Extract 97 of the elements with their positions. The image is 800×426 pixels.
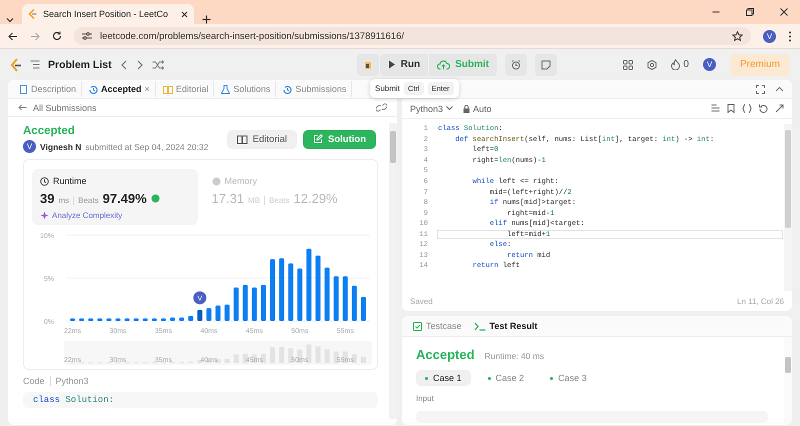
next-icon[interactable] xyxy=(136,60,144,70)
stat-unit: ms xyxy=(58,196,70,205)
new-tab-icon[interactable] xyxy=(202,15,211,24)
close-icon[interactable]: × xyxy=(144,84,150,94)
site-settings-icon[interactable] xyxy=(82,32,92,40)
panel-tab[interactable]: Solutions xyxy=(216,81,276,97)
stat-label: Memory xyxy=(224,176,258,186)
reload-icon[interactable] xyxy=(52,31,62,41)
scrollbar[interactable] xyxy=(784,337,792,425)
panel-tab[interactable]: Accepted × xyxy=(84,81,156,97)
book-icon xyxy=(236,134,248,144)
edit-icon xyxy=(313,134,323,144)
panel-tab[interactable]: Testcase xyxy=(408,318,467,334)
user-avatar[interactable]: V xyxy=(23,140,36,153)
streak-counter[interactable]: 0 xyxy=(671,59,689,70)
clock-icon xyxy=(40,176,49,186)
document-icon xyxy=(19,84,28,94)
chevron-down-icon xyxy=(446,106,454,111)
history-icon xyxy=(283,84,292,94)
panel-tab[interactable]: Editorial xyxy=(158,81,214,97)
flask-icon xyxy=(221,84,230,94)
problem-list-link[interactable]: Problem List xyxy=(48,58,112,70)
case-tab[interactable]: Case 1 xyxy=(416,370,471,386)
shuffle-icon[interactable] xyxy=(152,60,164,70)
upload-cloud-icon xyxy=(437,60,450,70)
stat-label: Runtime xyxy=(53,176,87,186)
scrollbar[interactable] xyxy=(784,124,792,291)
flame-icon xyxy=(671,59,680,70)
stat-panel[interactable]: Runtime 39 ms Beats 97.49% Analyze Complexity xyxy=(32,169,198,225)
beats-value: 97.49% xyxy=(102,191,147,206)
note-icon xyxy=(540,60,551,70)
stat-value: 39 xyxy=(40,191,54,206)
menu-icon[interactable] xyxy=(788,30,792,42)
grid-icon[interactable] xyxy=(623,60,634,70)
alarm-icon[interactable] xyxy=(504,54,527,76)
code-language: Python3 xyxy=(50,376,89,386)
case-tab[interactable]: Case 2 xyxy=(478,370,534,386)
save-status: Saved xyxy=(410,296,433,306)
beats-value: 12.29% xyxy=(294,191,338,206)
tab-list-icon[interactable] xyxy=(6,16,14,24)
code-preview: class Solution: xyxy=(23,392,378,408)
sparkle-icon xyxy=(40,211,49,220)
checkbox-icon xyxy=(413,322,422,330)
restore-icon[interactable] xyxy=(746,8,754,16)
notes-button[interactable] xyxy=(534,54,557,76)
code-label: Code xyxy=(23,376,45,386)
expand-icon[interactable] xyxy=(775,104,784,113)
language-dropdown[interactable]: Python3 xyxy=(410,104,454,114)
panel-tab[interactable]: Test Result xyxy=(468,318,542,334)
address-bar[interactable]: leetcode.com/problems/search-insert-position/submissions/1378911616/ xyxy=(74,27,751,45)
previous-icon[interactable] xyxy=(120,60,128,70)
result-status: Accepted xyxy=(416,347,475,362)
user-name[interactable]: Vignesh N xyxy=(40,142,82,152)
user-avatar[interactable]: V xyxy=(702,58,716,71)
terminal-icon xyxy=(474,322,486,330)
lock-icon xyxy=(463,104,470,112)
browser-tab[interactable]: Search Insert Position - LeetCo xyxy=(22,4,194,24)
scrollbar[interactable] xyxy=(389,123,397,419)
book-icon xyxy=(162,84,173,94)
app-logo-icon xyxy=(28,9,37,19)
panel-tab[interactable]: Submissions xyxy=(278,81,352,97)
collapse-icon[interactable] xyxy=(775,86,784,92)
format-icon[interactable] xyxy=(711,104,720,113)
run-button[interactable]: Run xyxy=(380,54,428,76)
analyze-complexity-link[interactable]: Analyze Complexity xyxy=(52,211,122,220)
bookmark-icon[interactable] xyxy=(727,104,735,113)
stat-value: 17.31 xyxy=(212,191,244,206)
profile-avatar[interactable]: V xyxy=(763,30,776,42)
fullscreen-icon[interactable] xyxy=(756,84,765,94)
beats-label: Beats xyxy=(73,196,99,205)
bug-icon xyxy=(362,60,373,70)
list-icon xyxy=(30,60,40,69)
play-icon xyxy=(388,60,396,69)
history-icon xyxy=(89,84,98,94)
input-label: Input xyxy=(416,394,435,403)
close-icon[interactable] xyxy=(780,8,788,16)
braces-icon[interactable] xyxy=(742,104,752,113)
mode-label[interactable]: Auto xyxy=(473,104,492,114)
all-submissions-link[interactable]: All Submissions xyxy=(33,102,97,112)
panel-tab[interactable]: Description xyxy=(14,81,82,97)
alarm-clock-icon xyxy=(510,60,521,70)
result-runtime: Runtime: 40 ms xyxy=(484,351,544,361)
settings-icon[interactable] xyxy=(647,60,658,70)
editorial-button[interactable]: Editorial xyxy=(226,130,297,148)
reset-icon[interactable] xyxy=(759,104,768,113)
back-arrow-icon xyxy=(18,104,27,111)
link-icon[interactable] xyxy=(376,103,387,112)
star-icon[interactable] xyxy=(732,30,743,42)
submission-status: Accepted xyxy=(23,125,76,137)
case-tab[interactable]: Case 3 xyxy=(541,370,596,386)
submission-time: submitted at Sep 04, 2024 20:32 xyxy=(85,142,208,152)
close-icon[interactable] xyxy=(181,10,188,18)
badge-icon xyxy=(150,194,160,203)
debug-button[interactable] xyxy=(356,54,379,76)
cursor-position: Ln 11, Col 26 xyxy=(737,296,784,306)
logo-icon[interactable] xyxy=(10,58,22,72)
back-icon[interactable] xyxy=(8,32,18,40)
